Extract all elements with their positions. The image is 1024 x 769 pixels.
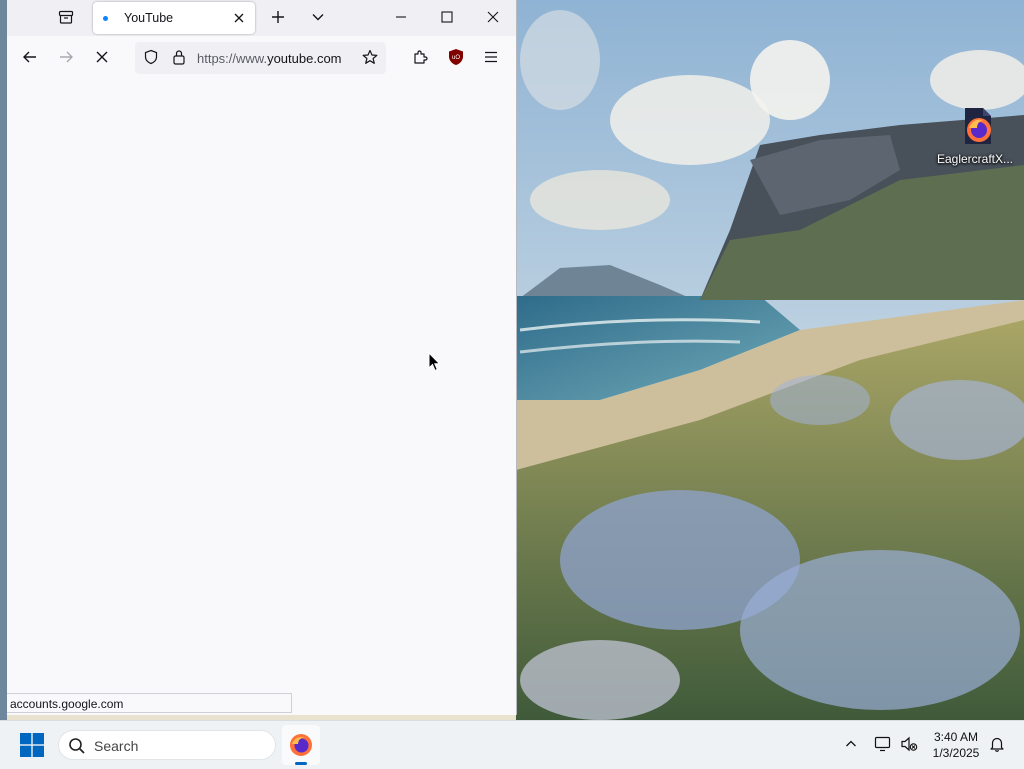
start-button[interactable] xyxy=(20,733,44,757)
archive-box-icon xyxy=(58,9,74,28)
plus-icon xyxy=(271,10,285,27)
tab-title: YouTube xyxy=(124,11,174,25)
window-close-button[interactable] xyxy=(475,0,511,36)
chevron-down-icon xyxy=(311,10,325,27)
stop-icon xyxy=(95,50,109,67)
desktop-icon-label: EaglercraftX... xyxy=(936,152,1014,166)
mouse-cursor-icon xyxy=(428,351,442,372)
extensions-button[interactable] xyxy=(406,44,434,72)
url-prefix: https://www. xyxy=(197,51,268,66)
taskbar-search-placeholder: Search xyxy=(94,738,139,754)
firefox-icon xyxy=(289,733,313,760)
active-app-indicator xyxy=(295,762,307,765)
link-status-bar: accounts.google.com xyxy=(7,693,292,713)
maximize-icon xyxy=(441,10,453,26)
list-all-tabs-button[interactable] xyxy=(303,0,333,36)
page-content-area[interactable] xyxy=(7,80,516,715)
taskbar-search-box[interactable]: Search xyxy=(58,730,276,760)
clock-time: 3:40 AM xyxy=(933,730,979,744)
chevron-up-icon xyxy=(845,738,857,753)
tracking-protection-button[interactable] xyxy=(141,48,161,68)
clock-date: 1/3/2025 xyxy=(932,746,980,760)
app-menu-button[interactable] xyxy=(477,44,505,72)
bell-icon xyxy=(989,736,1005,755)
shield-icon xyxy=(143,49,159,68)
firefox-icon xyxy=(953,104,997,148)
url-domain: youtube.com xyxy=(267,51,342,66)
hamburger-menu-icon xyxy=(483,50,499,67)
search-icon xyxy=(68,737,86,758)
site-security-button[interactable] xyxy=(169,48,189,68)
tab-youtube[interactable]: YouTube xyxy=(93,2,255,34)
new-tab-button[interactable] xyxy=(263,0,293,36)
network-button[interactable] xyxy=(872,721,894,769)
puzzle-piece-icon xyxy=(412,49,428,68)
taskbar-app-firefox[interactable] xyxy=(282,725,320,765)
close-icon xyxy=(487,11,499,26)
back-button[interactable] xyxy=(16,44,44,72)
network-monitor-icon xyxy=(874,736,892,755)
maximize-button[interactable] xyxy=(429,0,465,36)
tab-list-button[interactable] xyxy=(51,0,81,36)
show-hidden-icons-button[interactable] xyxy=(840,721,862,769)
navigation-toolbar: https://www.youtube.com uO xyxy=(7,36,516,81)
ublock-origin-button[interactable]: uO xyxy=(442,44,470,72)
tab-close-button[interactable] xyxy=(229,8,249,28)
url-text: https://www.youtube.com xyxy=(197,51,342,66)
stop-loading-button[interactable] xyxy=(88,44,116,72)
windows-logo-icon xyxy=(20,733,44,760)
taskbar-clock[interactable]: 3:40 AM 1/3/2025 xyxy=(920,729,992,761)
star-icon xyxy=(362,49,378,68)
lock-icon xyxy=(172,49,186,68)
minimize-button[interactable] xyxy=(383,0,419,36)
tab-loading-indicator xyxy=(103,16,108,21)
forward-button[interactable] xyxy=(52,44,80,72)
close-icon xyxy=(234,11,244,26)
speaker-muted-icon xyxy=(900,736,918,755)
ublock-shield-icon: uO xyxy=(448,48,464,69)
bookmark-button[interactable] xyxy=(360,48,380,68)
url-bar[interactable]: https://www.youtube.com xyxy=(135,42,386,74)
desktop-icon-eaglercraft[interactable]: EaglercraftX... xyxy=(936,104,1014,166)
svg-text:uO: uO xyxy=(452,55,460,61)
arrow-right-icon xyxy=(58,49,74,68)
volume-button[interactable] xyxy=(898,721,920,769)
notifications-button[interactable] xyxy=(986,721,1008,769)
minimize-icon xyxy=(395,11,407,26)
arrow-left-icon xyxy=(22,49,38,68)
tab-bar: YouTube xyxy=(7,0,516,36)
taskbar: Search 3:40 AM 1/3/2025 xyxy=(0,720,1024,769)
